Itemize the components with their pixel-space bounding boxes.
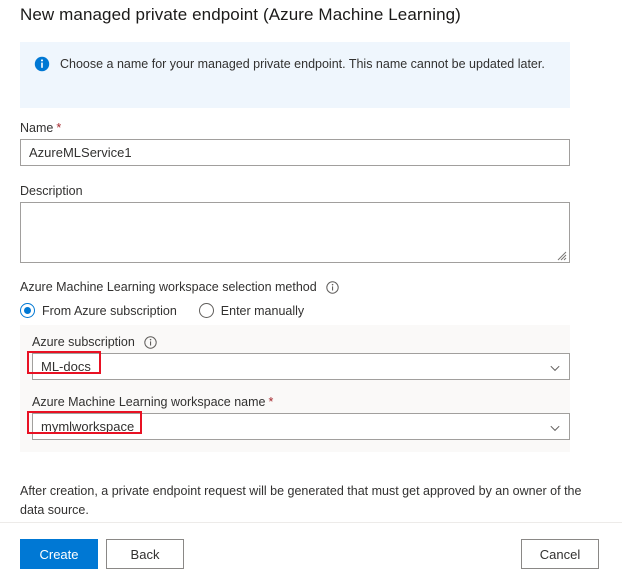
chevron-down-icon bbox=[549, 421, 561, 433]
footer-note: After creation, a private endpoint reque… bbox=[20, 484, 582, 517]
selection-method-info-icon[interactable] bbox=[326, 280, 339, 294]
radio-enter-manually[interactable]: Enter manually bbox=[198, 303, 305, 318]
subscription-dropdown-value: ML-docs bbox=[41, 359, 91, 374]
radio-mark-selected-icon bbox=[20, 303, 35, 318]
back-button[interactable]: Back bbox=[106, 539, 184, 569]
selection-method-label-text: Azure Machine Learning workspace selecti… bbox=[20, 280, 317, 294]
subscription-label: Azure subscription bbox=[32, 334, 157, 350]
radio-mark-unselected-icon bbox=[198, 303, 214, 318]
description-label-text: Description bbox=[20, 184, 83, 198]
create-button[interactable]: Create bbox=[20, 539, 98, 569]
name-required-marker: * bbox=[56, 121, 62, 135]
workspace-name-label: Azure Machine Learning workspace name * bbox=[32, 394, 273, 410]
workspace-name-label-text: Azure Machine Learning workspace name bbox=[32, 395, 266, 409]
info-banner-text: Choose a name for your managed private e… bbox=[60, 57, 545, 71]
info-banner: Choose a name for your managed private e… bbox=[20, 42, 570, 108]
subscription-info-icon[interactable] bbox=[144, 335, 157, 349]
radio-enter-manually-label: Enter manually bbox=[220, 303, 305, 318]
name-input[interactable] bbox=[20, 139, 570, 166]
name-label-text: Name bbox=[20, 121, 54, 135]
workspace-name-dropdown[interactable]: mymlworkspace bbox=[32, 413, 570, 440]
subscription-dropdown[interactable]: ML-docs bbox=[32, 353, 570, 380]
footer-divider bbox=[0, 522, 622, 523]
radio-from-azure-subscription[interactable]: From Azure subscription bbox=[20, 303, 177, 318]
info-circle-icon bbox=[34, 56, 50, 72]
workspace-name-required-marker: * bbox=[268, 395, 274, 409]
description-textarea[interactable] bbox=[20, 202, 570, 263]
radio-from-azure-subscription-label: From Azure subscription bbox=[42, 303, 177, 318]
selection-method-label: Azure Machine Learning workspace selecti… bbox=[20, 279, 339, 295]
description-label: Description bbox=[20, 183, 83, 199]
chevron-down-icon bbox=[549, 361, 561, 373]
selection-method-radio-group[interactable]: From Azure subscription Enter manually bbox=[20, 303, 326, 318]
subscription-label-text: Azure subscription bbox=[32, 335, 135, 349]
workspace-name-dropdown-value: mymlworkspace bbox=[41, 419, 135, 434]
name-label: Name * bbox=[20, 120, 61, 136]
cancel-button[interactable]: Cancel bbox=[521, 539, 599, 569]
page-title: New managed private endpoint (Azure Mach… bbox=[20, 5, 461, 24]
